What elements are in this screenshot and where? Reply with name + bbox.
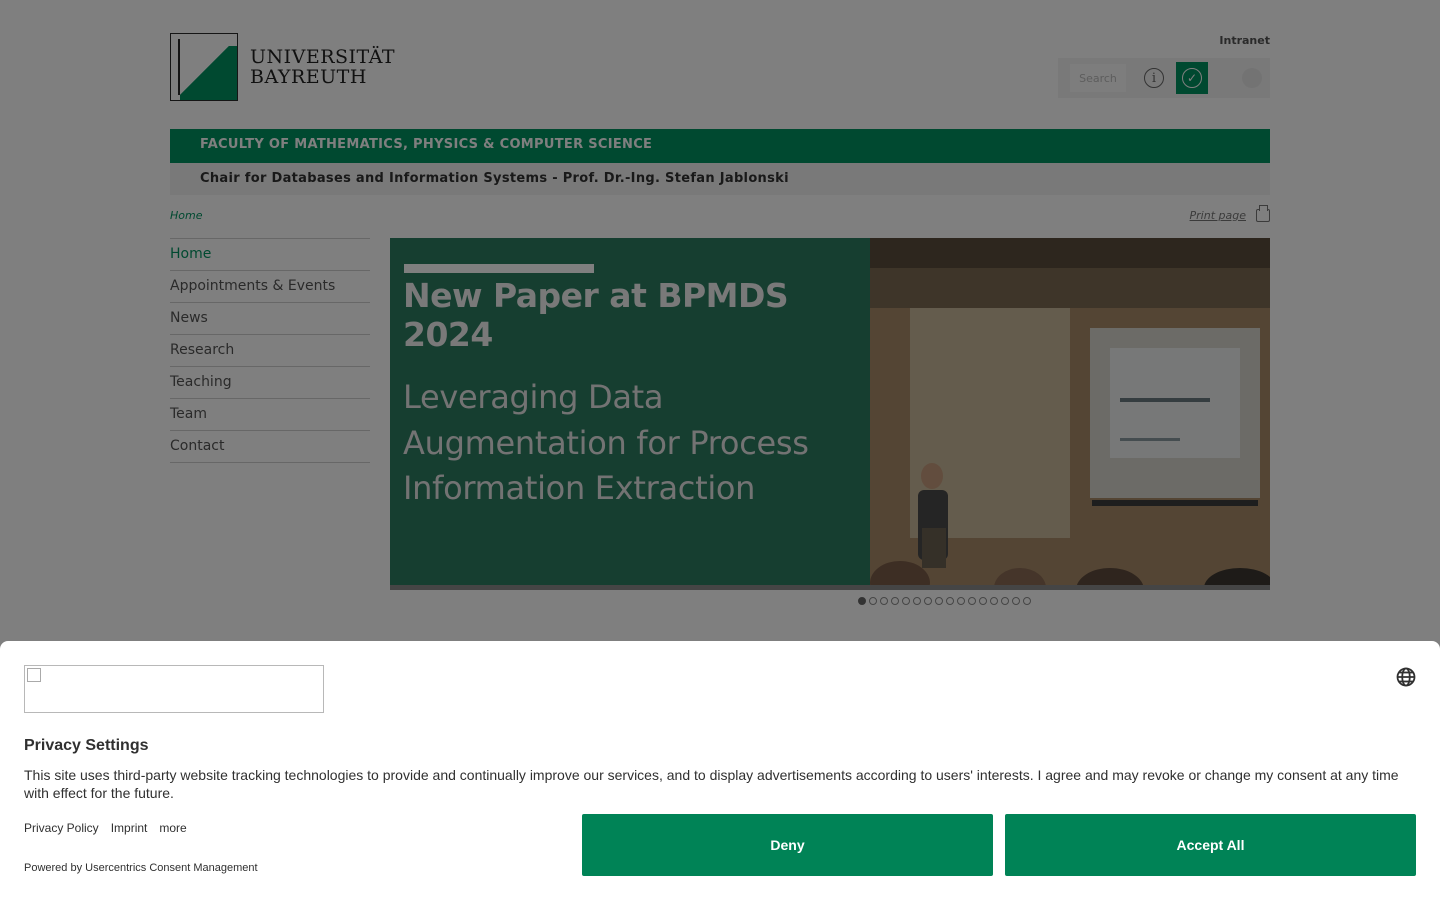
deny-button[interactable]: Deny: [582, 814, 993, 876]
globe-icon[interactable]: [1396, 667, 1416, 687]
privacy-consent-banner: Privacy Settings This site uses third-pa…: [0, 641, 1440, 900]
more-link[interactable]: more: [159, 821, 186, 835]
consent-logo-image: [24, 665, 324, 713]
privacy-policy-link[interactable]: Privacy Policy: [24, 821, 99, 835]
consent-powered-by[interactable]: Powered by Usercentrics Consent Manageme…: [24, 862, 258, 874]
imprint-link[interactable]: Imprint: [111, 821, 148, 835]
consent-description: This site uses third-party website track…: [24, 767, 1399, 801]
consent-title: Privacy Settings: [24, 737, 149, 754]
accept-all-button[interactable]: Accept All: [1005, 814, 1416, 876]
broken-image-icon: [27, 668, 41, 682]
consent-links: Privacy Policy Imprint more: [24, 821, 187, 835]
